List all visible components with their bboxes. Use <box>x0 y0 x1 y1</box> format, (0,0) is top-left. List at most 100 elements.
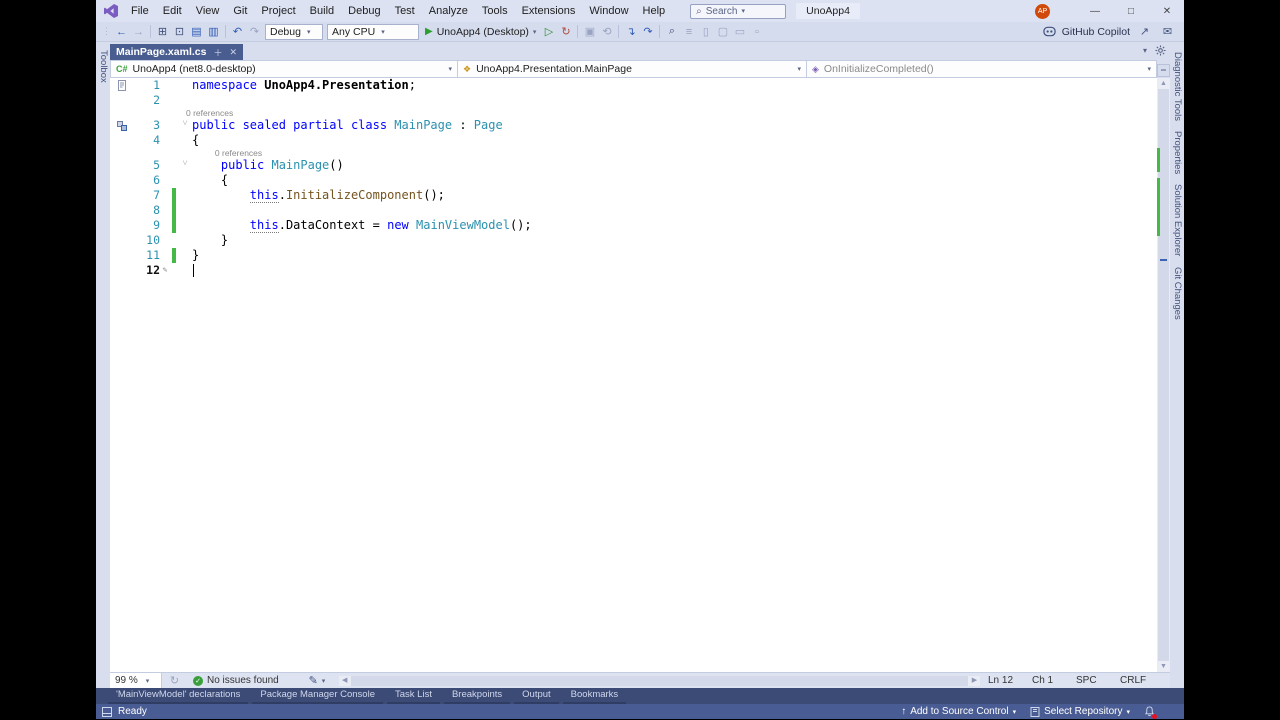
select-repository-button[interactable]: Select Repository ▾ <box>1030 706 1130 717</box>
bookmark-icon[interactable]: ▯ <box>697 24 714 40</box>
minimize-button[interactable]: — <box>1078 1 1112 22</box>
side-tab-diagnostic-tools[interactable]: Diagnostic Tools <box>1172 52 1183 121</box>
account-avatar[interactable]: AP <box>1035 4 1050 19</box>
code-line-6[interactable]: 6 { <box>110 173 1157 188</box>
undo-icon[interactable]: ↶ <box>229 24 246 40</box>
copilot-label[interactable]: GitHub Copilot <box>1062 26 1130 38</box>
restart-icon[interactable]: ⟲ <box>598 24 615 40</box>
collapse-region-icon[interactable]: ˅ <box>178 118 192 133</box>
scroll-left-icon[interactable]: ◀ <box>339 676 350 686</box>
panel-tab-package-manager-console[interactable]: Package Manager Console <box>252 688 383 705</box>
menu-file[interactable]: File <box>124 2 156 20</box>
code-line-5[interactable]: 5˅ public MainPage() <box>110 158 1157 173</box>
tab-mainpage-xaml-cs[interactable]: MainPage.xaml.cs ＋ ✕ <box>110 44 243 60</box>
gear-icon[interactable] <box>1155 45 1166 56</box>
redo-icon[interactable]: ↷ <box>246 24 263 40</box>
find-icon[interactable]: ⌕ <box>663 24 680 40</box>
codelens-references[interactable]: 0 references <box>110 148 1157 158</box>
tab-list-chevron-icon[interactable]: ▾ <box>1143 46 1147 55</box>
step-over-icon[interactable]: ↷ <box>639 24 656 40</box>
share-icon[interactable]: ↗ <box>1136 24 1153 40</box>
menu-help[interactable]: Help <box>636 2 673 20</box>
save-all-icon[interactable]: ▥ <box>205 24 222 40</box>
misc1-icon[interactable]: ▢ <box>714 24 731 40</box>
step-into-icon[interactable]: ↴ <box>622 24 639 40</box>
start-without-debugging-icon[interactable]: ▷ <box>540 24 557 40</box>
start-debugging-button[interactable]: ▶ UnoApp4 (Desktop) ▾ <box>421 24 540 40</box>
nav-back-icon[interactable]: ← <box>113 24 130 40</box>
code-line-10[interactable]: 10 } <box>110 233 1157 248</box>
code-line-11[interactable]: 11} <box>110 248 1157 263</box>
type-dropdown[interactable]: ❖ UnoApp4.Presentation.MainPage ▾ <box>458 61 807 77</box>
menu-view[interactable]: View <box>189 2 227 20</box>
editor-vertical-scrollbar[interactable]: ═ ▲ ▼ <box>1157 78 1170 672</box>
ink-pen-icon[interactable]: ✎ <box>305 673 322 689</box>
close-tab-icon[interactable]: ✕ <box>229 47 237 58</box>
open-file-icon[interactable]: ⊡ <box>171 24 188 40</box>
scrollbar-split-handle[interactable]: ═ <box>1157 64 1170 77</box>
scrollbar-thumb[interactable] <box>1158 89 1169 661</box>
menu-project[interactable]: Project <box>254 2 302 20</box>
code-line-4[interactable]: 4{ <box>110 133 1157 148</box>
notifications-bell-icon[interactable] <box>1144 706 1156 718</box>
side-tab-properties[interactable]: Properties <box>1172 131 1183 174</box>
save-icon[interactable]: ▤ <box>188 24 205 40</box>
health-status-label[interactable]: No issues found <box>207 675 279 686</box>
maximize-button[interactable]: □ <box>1114 1 1148 22</box>
code-line-12[interactable]: 12✎ <box>110 263 1157 278</box>
menu-extensions[interactable]: Extensions <box>515 2 583 20</box>
comment-icon[interactable]: ≡ <box>680 24 697 40</box>
panel-tab-output[interactable]: Output <box>514 688 559 705</box>
code-line-9[interactable]: 9 this.DataContext = new MainViewModel()… <box>110 218 1157 233</box>
collapse-region-icon[interactable]: ˅ <box>178 158 192 173</box>
code-editor[interactable]: 1namespace UnoApp4.Presentation;20 refer… <box>110 78 1157 672</box>
scroll-down-icon[interactable]: ▼ <box>1157 661 1170 672</box>
code-line-7[interactable]: 7 this.InitializeComponent(); <box>110 188 1157 203</box>
member-dropdown[interactable]: ◈ OnInitializeCompleted() ▾ <box>807 61 1156 77</box>
panel-tab--mainviewmodel-declarations[interactable]: 'MainViewModel' declarations <box>108 688 248 705</box>
nav-forward-icon[interactable]: → <box>130 24 147 40</box>
solution-platform-select[interactable]: Any CPU▾ <box>327 24 419 40</box>
editor-horizontal-scrollbar[interactable]: ◀ ▶ <box>339 676 980 686</box>
scroll-right-icon[interactable]: ▶ <box>969 676 980 686</box>
menu-git[interactable]: Git <box>226 2 254 20</box>
code-line-2[interactable]: 2 <box>110 93 1157 108</box>
panel-tab-bookmarks[interactable]: Bookmarks <box>563 688 627 705</box>
code-text: { <box>192 133 199 148</box>
code-line-3[interactable]: 3˅public sealed partial class MainPage :… <box>110 118 1157 133</box>
gutter-icon-column <box>110 188 134 203</box>
misc3-icon[interactable]: ▫ <box>748 24 765 40</box>
add-to-source-control-button[interactable]: ↑ Add to Source Control ▾ <box>901 706 1016 717</box>
scroll-up-icon[interactable]: ▲ <box>1157 78 1170 89</box>
close-button[interactable]: ✕ <box>1150 1 1184 22</box>
toolbox-side-tab[interactable]: Toolbox <box>96 42 110 672</box>
track-changes-icon[interactable]: ↻ <box>166 673 183 689</box>
menu-build[interactable]: Build <box>303 2 341 20</box>
solution-configuration-select[interactable]: Debug▾ <box>265 24 323 40</box>
hscrollbar-thumb[interactable] <box>351 676 968 686</box>
codelens-references[interactable]: 0 references <box>110 108 1157 118</box>
break-all-icon[interactable]: ▣ <box>581 24 598 40</box>
send-feedback-icon[interactable]: ✉ <box>1159 24 1176 40</box>
code-line-8[interactable]: 8 <box>110 203 1157 218</box>
code-line-1[interactable]: 1namespace UnoApp4.Presentation; <box>110 78 1157 93</box>
panel-layout-icon[interactable] <box>102 707 112 717</box>
menu-window[interactable]: Window <box>582 2 635 20</box>
menu-test[interactable]: Test <box>388 2 422 20</box>
search-input[interactable]: ⌕ Search ▾ <box>690 4 786 19</box>
new-project-icon[interactable]: ⊞ <box>154 24 171 40</box>
panel-tab-task-list[interactable]: Task List <box>387 688 440 705</box>
menu-debug[interactable]: Debug <box>341 2 387 20</box>
menu-edit[interactable]: Edit <box>156 2 189 20</box>
pin-tab-icon[interactable]: ＋ <box>213 46 222 59</box>
misc2-icon[interactable]: ▭ <box>731 24 748 40</box>
panel-tab-breakpoints[interactable]: Breakpoints <box>444 688 510 705</box>
menu-tools[interactable]: Tools <box>475 2 515 20</box>
side-tab-solution-explorer[interactable]: Solution Explorer <box>1172 184 1183 256</box>
side-tab-git-changes[interactable]: Git Changes <box>1172 267 1183 320</box>
zoom-level-select[interactable]: 99 % ▾ <box>110 673 162 688</box>
char-number-label: Ch 1 <box>1032 675 1076 686</box>
hot-reload-icon[interactable]: ↻ <box>557 24 574 40</box>
menu-analyze[interactable]: Analyze <box>422 2 475 20</box>
project-dropdown[interactable]: C# UnoApp4 (net8.0-desktop) ▾ <box>111 61 458 77</box>
